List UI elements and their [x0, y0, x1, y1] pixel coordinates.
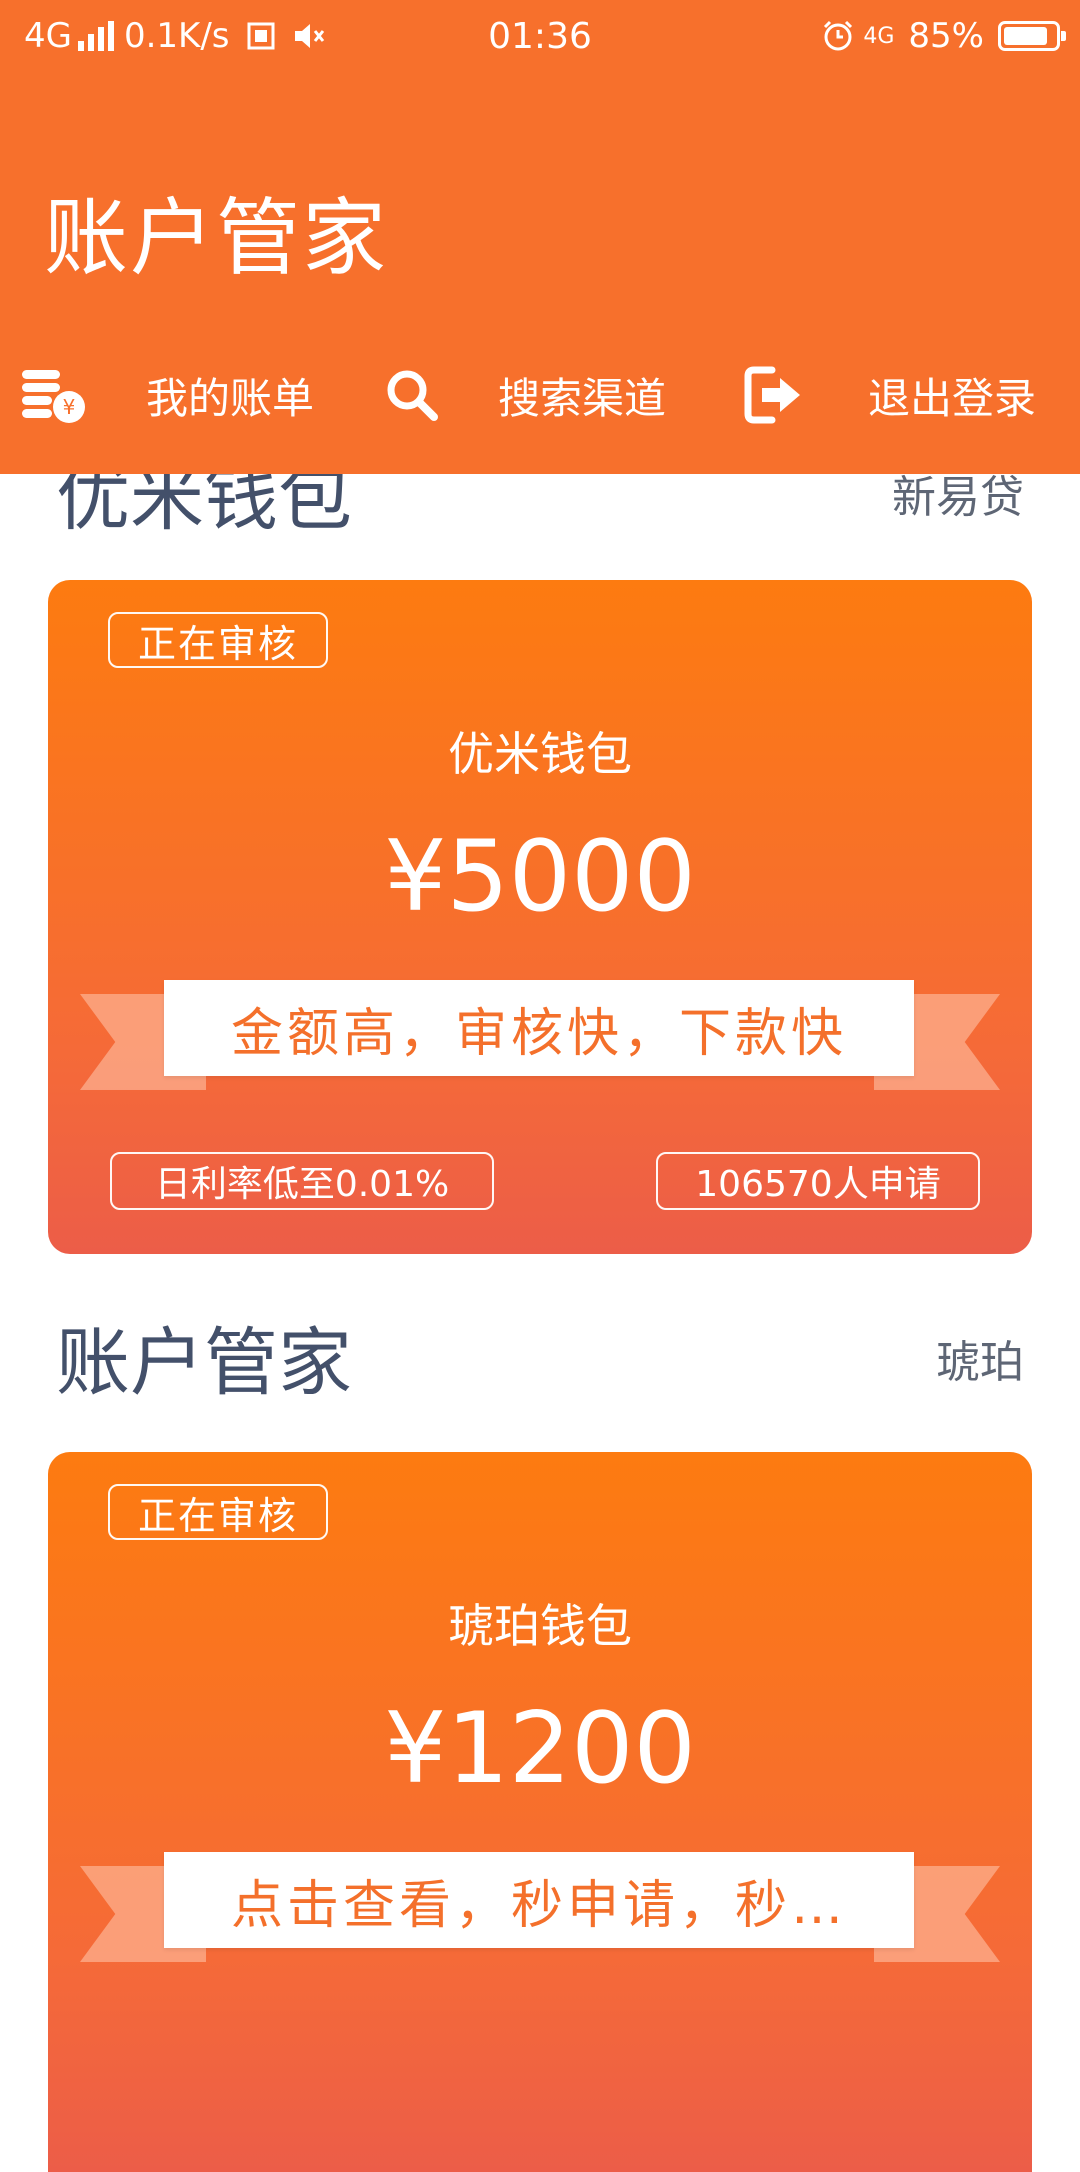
section-title: 账户管家 [56, 1320, 352, 1406]
battery-percent: 85% [908, 16, 984, 56]
network-type-right: 4G [863, 23, 895, 49]
logout-icon [742, 364, 804, 426]
status-badge: 正在审核 [108, 1484, 328, 1540]
product-name: 优米钱包 [448, 727, 632, 781]
svg-text:¥: ¥ [63, 395, 76, 419]
section-header: 账户管家 琥珀 [0, 1313, 1080, 1413]
header-nav: ¥ 我的账单 搜索渠道 退出登录 [0, 350, 1080, 440]
nav-search-channel[interactable]: 搜索渠道 [384, 350, 666, 440]
nav-label: 我的账单 [146, 373, 315, 423]
coins-icon: ¥ [20, 366, 86, 424]
section-tag[interactable]: 琥珀 [936, 1313, 1024, 1413]
nav-logout[interactable]: 退出登录 [742, 350, 1036, 440]
product-name: 琥珀钱包 [448, 1599, 632, 1653]
loan-amount: ¥5000 [384, 820, 696, 934]
slogan-ribbon: 金额高，审核快，下款快 [164, 980, 914, 1076]
rate-badge: 日利率低至0.01% [110, 1152, 494, 1210]
nav-label: 搜索渠道 [498, 373, 667, 423]
search-icon [384, 367, 440, 423]
status-bar: 4G 0.1K/s 01:36 4G 85% [0, 0, 1080, 74]
nav-label: 退出登录 [868, 373, 1037, 423]
battery-level [1004, 27, 1047, 45]
status-right: 4G 85% [805, 16, 1066, 56]
nav-my-bills[interactable]: ¥ 我的账单 [20, 350, 314, 440]
loan-card[interactable]: 正在审核 琥珀钱包 ¥1200 点击查看，秒申请，秒… [48, 1452, 1032, 2172]
slogan-ribbon: 点击查看，秒申请，秒… [164, 1852, 914, 1948]
app-header: 4G 0.1K/s 01:36 4G 85% 账户管家 ¥ 我的账单 搜索渠道 … [0, 0, 1080, 474]
battery-icon [998, 21, 1066, 51]
alarm-icon [821, 19, 855, 53]
loan-amount: ¥1200 [384, 1692, 696, 1806]
page-title: 账户管家 [44, 189, 389, 287]
status-badge: 正在审核 [108, 612, 328, 668]
loan-card[interactable]: 正在审核 优米钱包 ¥5000 金额高，审核快，下款快 日利率低至0.01% 1… [48, 580, 1032, 1254]
applicants-badge: 106570人申请 [656, 1152, 980, 1210]
